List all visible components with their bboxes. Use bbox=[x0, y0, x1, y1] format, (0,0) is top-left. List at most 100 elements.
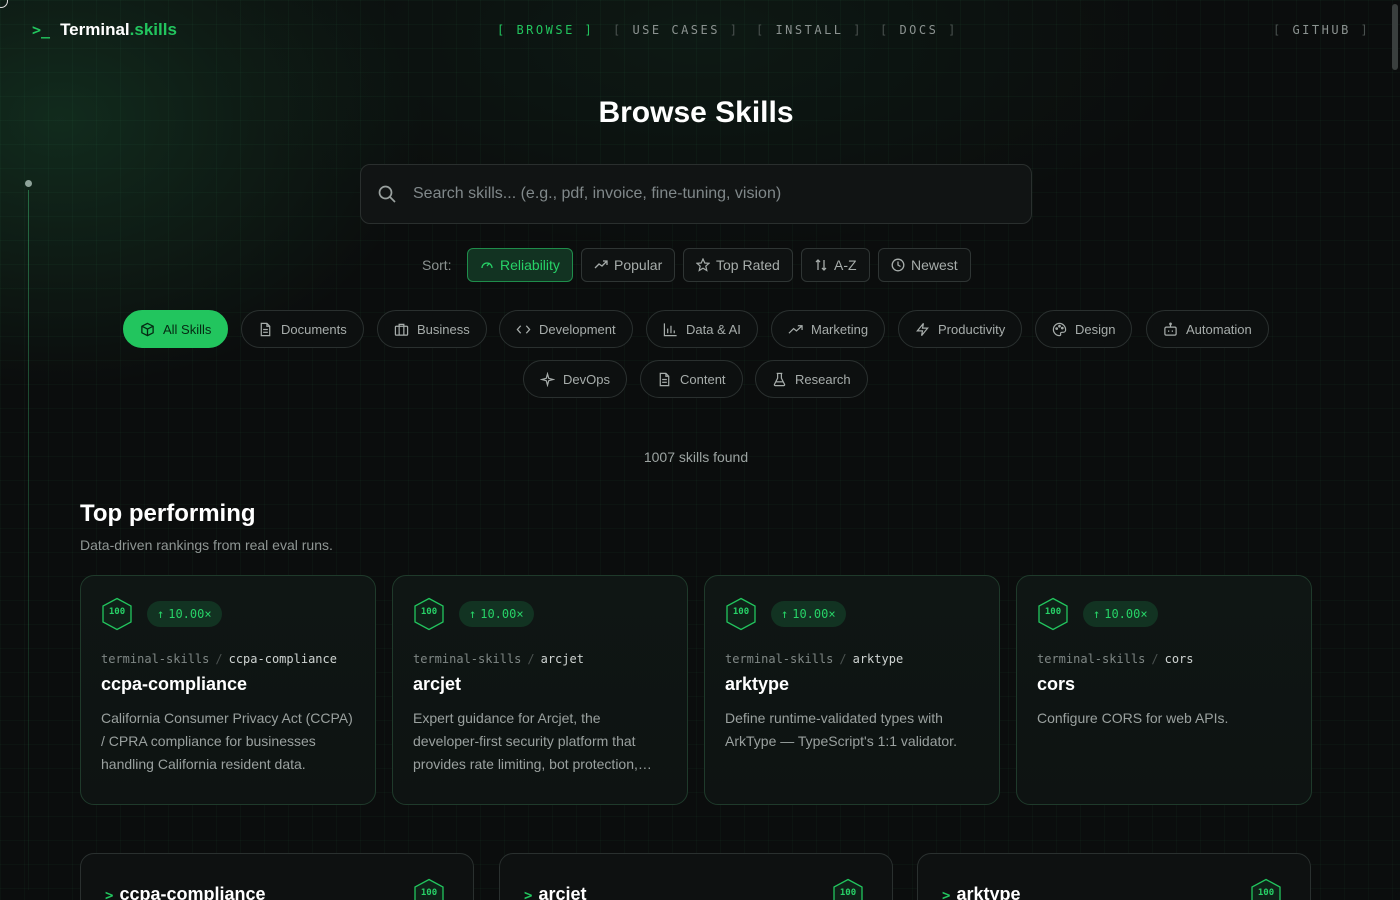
skill-org: terminal-skills bbox=[413, 652, 522, 666]
skill-slug: ccpa-compliance bbox=[228, 652, 337, 666]
top-header: >_ Terminal.skills [ BROWSE ] [ USE CASE… bbox=[0, 0, 1400, 64]
skill-name: ccpa-compliance bbox=[101, 674, 248, 694]
score-hexagon-badge: 100 bbox=[1250, 878, 1282, 900]
skill-org: terminal-skills bbox=[1037, 652, 1146, 666]
category-all-skills-label: All Skills bbox=[163, 321, 212, 337]
sort-newest-button[interactable]: Newest bbox=[878, 248, 971, 282]
skill-list-card[interactable]: > arktype 100 bbox=[917, 853, 1311, 900]
category-devops[interactable]: DevOps bbox=[523, 360, 627, 398]
brand-name-suffix: .skills bbox=[129, 20, 177, 39]
clock-icon bbox=[891, 258, 905, 272]
multiplier-badge: ↑ 10.00× bbox=[147, 601, 222, 627]
section-title: Top performing bbox=[80, 500, 256, 527]
score-value: 100 bbox=[108, 607, 126, 617]
skill-slug: arktype bbox=[852, 652, 904, 666]
nav-docs[interactable]: [ DOCS ] bbox=[880, 23, 958, 37]
sort-top-rated-label: Top Rated bbox=[716, 257, 780, 273]
nav-github[interactable]: [ GITHUB ] bbox=[1273, 23, 1370, 37]
category-data-ai[interactable]: Data & AI bbox=[646, 310, 758, 348]
category-devops-label: DevOps bbox=[563, 371, 610, 387]
multiplier-value: 10.00× bbox=[792, 607, 836, 621]
briefcase-icon bbox=[394, 323, 409, 336]
skill-breadcrumb: terminal-skills / cors bbox=[1037, 652, 1194, 666]
skill-card[interactable]: 100 ↑ 10.00× terminal-skills / arktype arkt… bbox=[704, 575, 1000, 805]
trending-icon bbox=[594, 260, 608, 269]
nav-use-cases[interactable]: [ USE CASES ] bbox=[613, 23, 739, 37]
scrollbar-thumb[interactable] bbox=[1392, 4, 1398, 70]
category-development[interactable]: Development bbox=[499, 310, 633, 348]
nav-install[interactable]: [ INSTALL ] bbox=[756, 23, 863, 37]
skill-slug: cors bbox=[1164, 652, 1194, 666]
skill-name: arktype bbox=[725, 674, 790, 694]
score-hexagon-badge: 100 bbox=[413, 878, 445, 900]
brand-logo[interactable]: >_ Terminal.skills bbox=[32, 20, 177, 40]
category-research-label: Research bbox=[795, 371, 851, 387]
category-content[interactable]: Content bbox=[640, 360, 743, 398]
skill-description: Define runtime-validated types with ArkT… bbox=[725, 710, 957, 749]
nav-browse[interactable]: [ BROWSE ] bbox=[497, 23, 594, 37]
sort-top-rated-button[interactable]: Top Rated bbox=[683, 248, 793, 282]
category-all-skills[interactable]: All Skills bbox=[123, 310, 229, 348]
skill-card[interactable]: 100 ↑ 10.00× terminal-skills / cors cors Co… bbox=[1016, 575, 1312, 805]
category-marketing[interactable]: Marketing bbox=[771, 310, 886, 348]
score-value: 100 bbox=[420, 607, 438, 617]
document-icon bbox=[260, 322, 271, 336]
category-design[interactable]: Design bbox=[1035, 310, 1133, 348]
skill-description: Configure CORS for web APIs. bbox=[1037, 710, 1229, 726]
sort-label: Sort: bbox=[422, 257, 452, 273]
sort-az-button[interactable]: A-Z bbox=[801, 248, 870, 282]
sort-arrows-icon bbox=[815, 259, 827, 271]
nav-docs-label: DOCS bbox=[899, 23, 939, 37]
category-productivity-label: Productivity bbox=[938, 321, 1006, 337]
score-value: 100 bbox=[1044, 607, 1062, 617]
lightning-icon bbox=[916, 322, 929, 336]
category-business[interactable]: Business bbox=[377, 310, 487, 348]
arrow-up-icon: ↑ bbox=[157, 607, 165, 621]
sort-reliability-label: Reliability bbox=[500, 257, 560, 273]
sparkle-icon bbox=[540, 371, 555, 387]
score-hexagon-badge: 100 bbox=[832, 878, 864, 900]
chevron-right-icon: > bbox=[524, 888, 533, 900]
category-marketing-label: Marketing bbox=[811, 321, 869, 337]
skill-list-card[interactable]: > ccpa-compliance 100 bbox=[80, 853, 474, 900]
search-icon bbox=[378, 185, 396, 203]
multiplier-badge: ↑ 10.00× bbox=[771, 601, 846, 627]
score-value: 100 bbox=[420, 888, 438, 898]
skill-description: California Consumer Privacy Act (CCPA) /… bbox=[101, 710, 353, 772]
category-development-label: Development bbox=[539, 321, 616, 337]
chevron-right-icon: > bbox=[105, 888, 114, 900]
category-productivity[interactable]: Productivity bbox=[898, 310, 1023, 348]
skill-card[interactable]: 100 ↑ 10.00× terminal-skills / arcjet arcje… bbox=[392, 575, 688, 805]
sort-popular-button[interactable]: Popular bbox=[581, 248, 676, 282]
terminal-prompt-icon: >_ bbox=[32, 21, 51, 39]
multiplier-badge: ↑ 10.00× bbox=[459, 601, 534, 627]
search-input[interactable] bbox=[413, 185, 993, 203]
multiplier-value: 10.00× bbox=[480, 607, 524, 621]
nav-install-label: INSTALL bbox=[775, 23, 844, 37]
timeline-dot bbox=[25, 180, 32, 187]
category-research[interactable]: Research bbox=[755, 360, 868, 398]
skill-list-card[interactable]: > arcjet 100 bbox=[499, 853, 893, 900]
multiplier-value: 10.00× bbox=[1104, 607, 1148, 621]
skill-card[interactable]: 100 ↑ 10.00× terminal-skills / ccpa-complia… bbox=[80, 575, 376, 805]
code-icon bbox=[516, 324, 531, 334]
score-value: 100 bbox=[1257, 888, 1275, 898]
document-icon bbox=[659, 372, 670, 386]
sort-reliability-button[interactable]: Reliability bbox=[467, 248, 573, 282]
score-value: 100 bbox=[732, 607, 750, 617]
category-automation[interactable]: Automation bbox=[1146, 310, 1269, 348]
category-business-label: Business bbox=[417, 321, 470, 337]
arrow-up-icon: ↑ bbox=[469, 607, 477, 621]
multiplier-value: 10.00× bbox=[168, 607, 212, 621]
sort-newest-label: Newest bbox=[911, 257, 958, 273]
brand-name-main: Terminal bbox=[60, 20, 130, 39]
category-documents[interactable]: Documents bbox=[241, 310, 364, 348]
skill-org: terminal-skills bbox=[101, 652, 210, 666]
skill-description: Expert guidance for Arcjet, the develope… bbox=[413, 710, 638, 772]
search-box bbox=[360, 164, 1032, 224]
skill-list-name: ccpa-compliance bbox=[119, 884, 266, 900]
chevron-right-icon: > bbox=[942, 888, 951, 900]
category-design-label: Design bbox=[1075, 321, 1116, 337]
category-data-ai-label: Data & AI bbox=[686, 321, 741, 337]
sort-row: Sort: Reliability Popular Top Rated A-Z … bbox=[0, 248, 1400, 282]
